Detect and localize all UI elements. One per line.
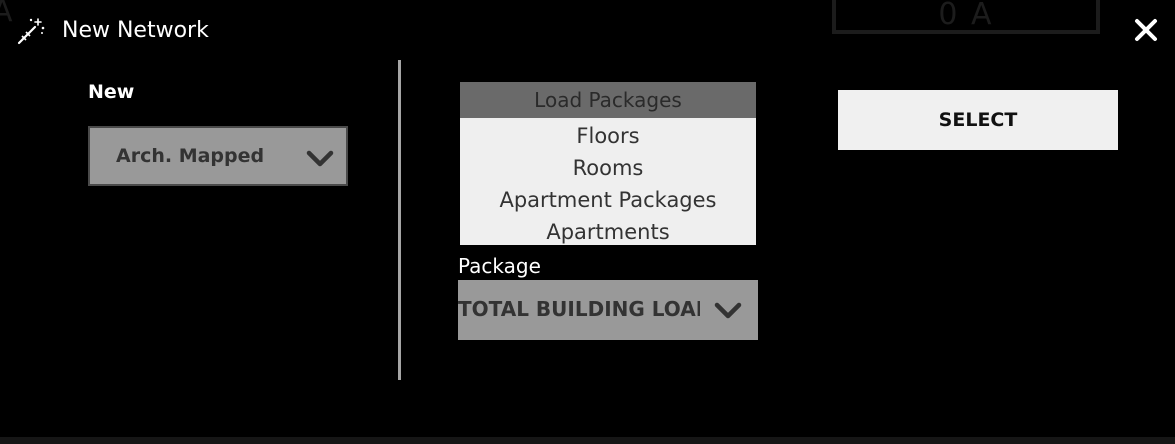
magic-wand-icon xyxy=(16,16,46,46)
close-icon xyxy=(1135,19,1157,41)
network-type-dropdown[interactable]: Arch. Mapped xyxy=(88,126,348,186)
chevron-down-icon xyxy=(714,302,742,319)
select-button[interactable]: SELECT xyxy=(838,90,1118,150)
chevron-down-icon xyxy=(306,150,334,167)
window-title: New Network xyxy=(62,18,209,43)
bottom-edge xyxy=(0,437,1175,444)
load-packages-header: Load Packages xyxy=(460,82,756,118)
package-text-clip: TOTAL BUILDING LOAD xyxy=(458,280,700,340)
package-selected: TOTAL BUILDING LOAD xyxy=(458,297,700,321)
background-glyph: A xyxy=(0,0,13,29)
list-item-apartments[interactable]: Apartments xyxy=(460,216,756,248)
network-type-selected: Arch. Mapped xyxy=(116,145,265,167)
background-readout-box: 0 A xyxy=(832,0,1100,34)
load-packages-list: Load Packages Floors Rooms Apartment Pac… xyxy=(460,82,756,245)
list-item-floors[interactable]: Floors xyxy=(460,120,756,152)
list-item-apartment-packages[interactable]: Apartment Packages xyxy=(460,184,756,216)
panel-divider xyxy=(398,60,401,380)
package-label: Package xyxy=(458,254,541,278)
package-dropdown[interactable]: TOTAL BUILDING LOAD xyxy=(458,280,758,340)
list-item-rooms[interactable]: Rooms xyxy=(460,152,756,184)
new-label: New xyxy=(88,81,135,103)
close-button[interactable] xyxy=(1130,14,1162,46)
